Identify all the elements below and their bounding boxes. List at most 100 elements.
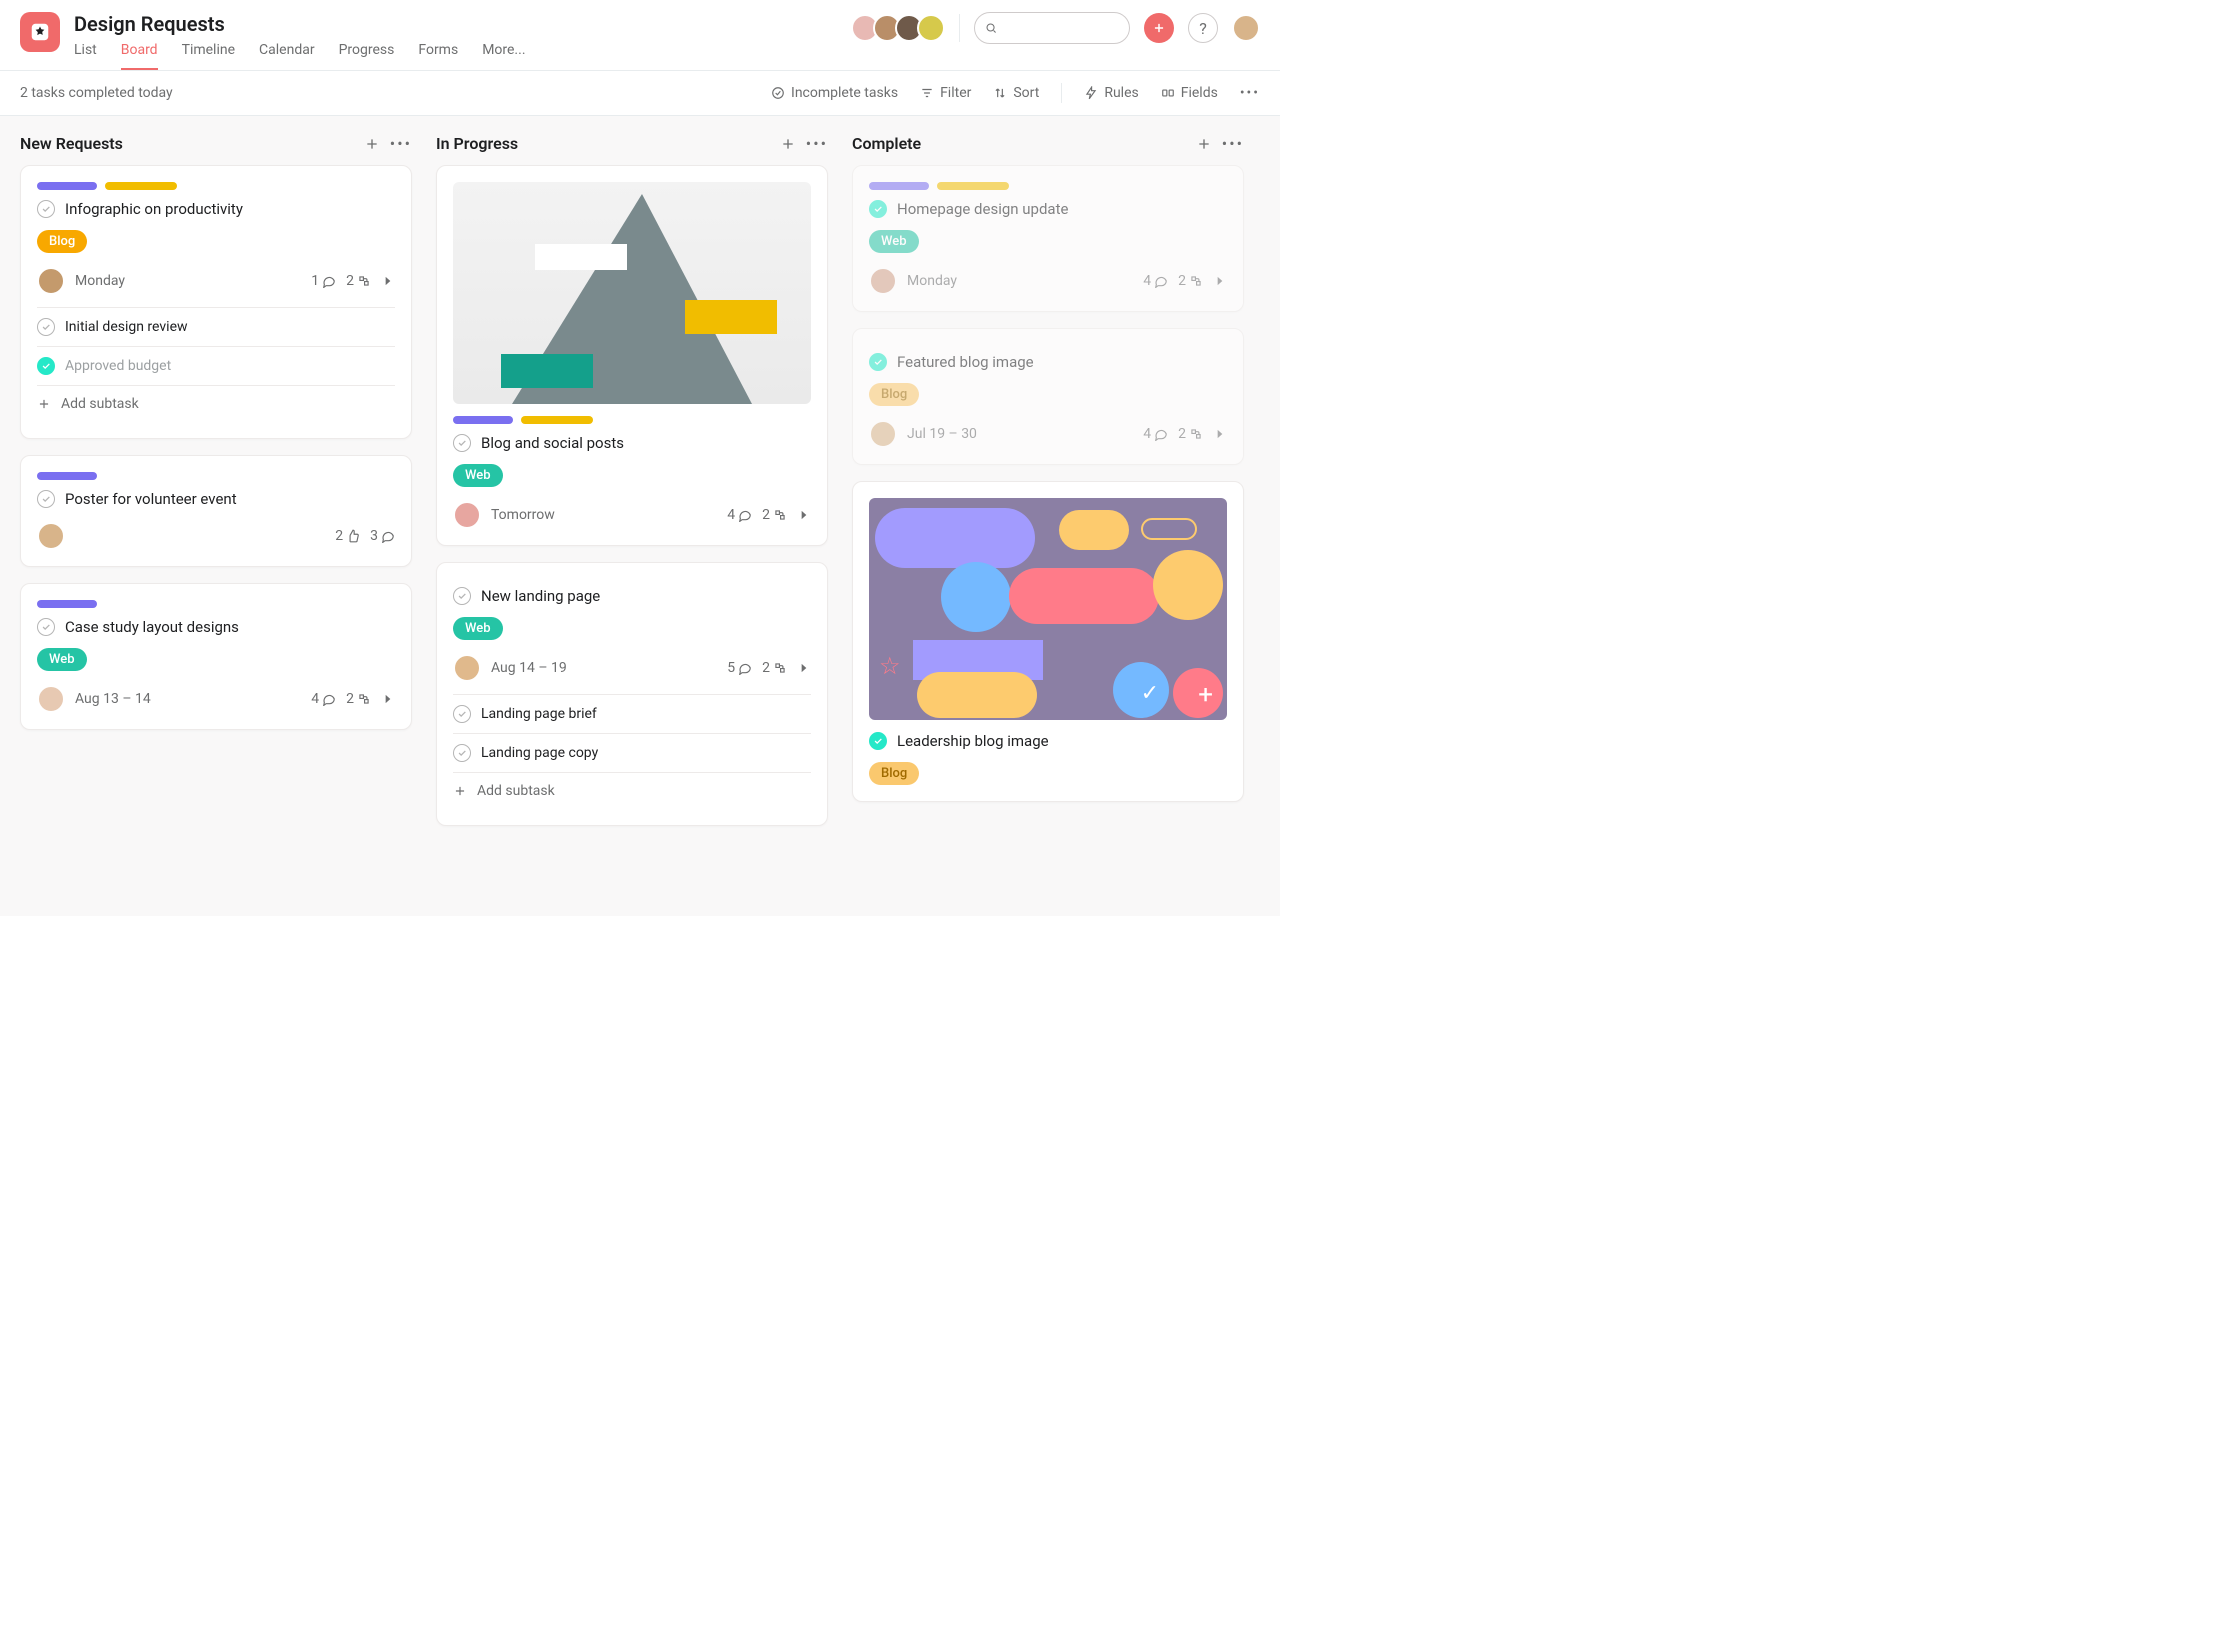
card[interactable]: Poster for volunteer event23	[20, 455, 412, 567]
add-subtask-button[interactable]: Add subtask	[453, 773, 811, 809]
tab-board[interactable]: Board	[121, 42, 158, 70]
subtask-item[interactable]: Landing page copy	[453, 734, 811, 773]
expand-button[interactable]	[381, 692, 395, 706]
add-card-button[interactable]	[364, 136, 380, 152]
subtask-item[interactable]: Approved budget	[37, 347, 395, 386]
subtask-item[interactable]: Initial design review	[37, 308, 395, 347]
column-title: Complete	[852, 134, 1186, 153]
member-avatar[interactable]	[917, 14, 945, 42]
tab-progress[interactable]: Progress	[339, 42, 395, 70]
check-circle-icon	[771, 86, 785, 100]
card-title: Homepage design update	[897, 200, 1068, 218]
column-complete: Complete ••• Homepage design updateWebMond…	[852, 134, 1244, 818]
help-icon: ?	[1199, 19, 1207, 38]
subtask-icon	[1189, 427, 1203, 441]
assignee-avatar[interactable]	[453, 654, 481, 682]
subtask-label: Landing page copy	[481, 745, 598, 761]
card-title: Infographic on productivity	[65, 200, 243, 218]
assignee-avatar[interactable]	[869, 420, 897, 448]
fields-button[interactable]: Fields	[1161, 85, 1218, 101]
member-avatars[interactable]	[857, 14, 945, 42]
subtasks: Initial design review Approved budgetAdd …	[37, 307, 395, 422]
check-icon	[457, 709, 467, 719]
card[interactable]: Homepage design updateWebMonday42	[852, 165, 1244, 312]
card-title: Leadership blog image	[897, 732, 1049, 750]
column-more-button[interactable]: •••	[1222, 134, 1244, 153]
search-field[interactable]	[1003, 21, 1119, 36]
complete-checkbox[interactable]	[869, 732, 887, 750]
add-card-button[interactable]	[1196, 136, 1212, 152]
add-button[interactable]	[1144, 13, 1174, 43]
sort-label: Sort	[1013, 85, 1039, 101]
check-icon	[457, 748, 467, 758]
card[interactable]: Infographic on productivityBlogMonday12I…	[20, 165, 412, 439]
chip-blog: Blog	[869, 383, 919, 406]
assignee-avatar[interactable]	[37, 267, 65, 295]
subtask-label: Initial design review	[65, 319, 188, 335]
comment-icon	[738, 508, 752, 522]
tab-list[interactable]: List	[74, 42, 97, 70]
add-subtask-button[interactable]: Add subtask	[37, 386, 395, 422]
expand-button[interactable]	[1213, 427, 1227, 441]
tab-more-[interactable]: More...	[482, 42, 525, 70]
tag-row	[453, 416, 811, 424]
subtask-item[interactable]: Landing page brief	[453, 695, 811, 734]
card[interactable]: ☆✓+Leadership blog imageBlog	[852, 481, 1244, 802]
complete-checkbox[interactable]	[869, 200, 887, 218]
sort-icon	[993, 86, 1007, 100]
rules-button[interactable]: Rules	[1084, 85, 1138, 101]
tag-row	[37, 600, 395, 608]
subtask-checkbox[interactable]	[453, 744, 471, 762]
subtask-checkbox[interactable]	[37, 318, 55, 336]
comment-count: 4	[1143, 273, 1168, 289]
assignee-avatar[interactable]	[37, 685, 65, 713]
expand-button[interactable]	[381, 274, 395, 288]
subtask-checkbox[interactable]	[453, 705, 471, 723]
card[interactable]: New landing pageWebAug 14 – 1952Landing …	[436, 562, 828, 826]
filter-label: Filter	[940, 85, 971, 101]
check-icon	[41, 204, 51, 214]
more-button[interactable]: •••	[1240, 85, 1260, 101]
assignee-avatar[interactable]	[453, 501, 481, 529]
expand-button[interactable]	[797, 508, 811, 522]
tag-yellow	[105, 182, 177, 190]
subtask-count: 2	[346, 273, 371, 289]
help-button[interactable]: ?	[1188, 13, 1218, 43]
search-input[interactable]	[974, 12, 1130, 44]
incomplete-filter[interactable]: Incomplete tasks	[771, 85, 898, 101]
comment-count: 4	[727, 507, 752, 523]
card[interactable]: Blog and social postsWebTomorrow42	[436, 165, 828, 546]
assignee-avatar[interactable]	[37, 522, 65, 550]
card[interactable]: Case study layout designsWebAug 13 – 144…	[20, 583, 412, 730]
due-date: Aug 13 – 14	[75, 691, 151, 707]
card-title: Blog and social posts	[481, 434, 624, 452]
tab-calendar[interactable]: Calendar	[259, 42, 315, 70]
tab-timeline[interactable]: Timeline	[182, 42, 235, 70]
filter-button[interactable]: Filter	[920, 85, 971, 101]
complete-checkbox[interactable]	[453, 587, 471, 605]
complete-checkbox[interactable]	[37, 618, 55, 636]
column-more-button[interactable]: •••	[390, 134, 412, 153]
tab-forms[interactable]: Forms	[418, 42, 458, 70]
me-avatar[interactable]	[1232, 14, 1260, 42]
card[interactable]: Featured blog imageBlogJul 19 – 3042	[852, 328, 1244, 465]
complete-checkbox[interactable]	[453, 434, 471, 452]
assignee-avatar[interactable]	[869, 267, 897, 295]
subtask-checkbox[interactable]	[37, 357, 55, 375]
add-card-button[interactable]	[780, 136, 796, 152]
subtask-icon	[357, 274, 371, 288]
expand-button[interactable]	[797, 661, 811, 675]
incomplete-label: Incomplete tasks	[791, 85, 898, 101]
column-title: New Requests	[20, 134, 354, 153]
subtask-label: Landing page brief	[481, 706, 597, 722]
subtask-icon	[357, 692, 371, 706]
plus-icon	[37, 397, 51, 411]
column-more-button[interactable]: •••	[806, 134, 828, 153]
sort-button[interactable]: Sort	[993, 85, 1039, 101]
complete-checkbox[interactable]	[37, 490, 55, 508]
complete-checkbox[interactable]	[869, 353, 887, 371]
tag-purple	[37, 472, 97, 480]
expand-button[interactable]	[1213, 274, 1227, 288]
complete-checkbox[interactable]	[37, 200, 55, 218]
check-icon	[873, 357, 883, 367]
